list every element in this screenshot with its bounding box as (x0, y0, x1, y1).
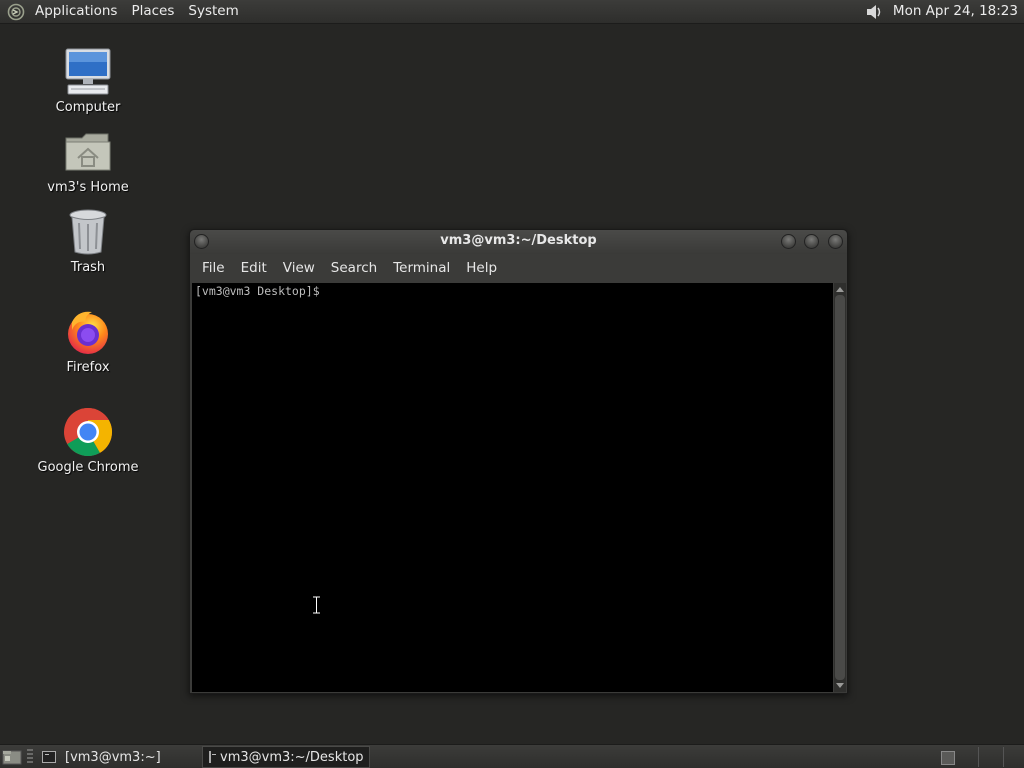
scroll-down-icon[interactable] (836, 683, 844, 688)
terminal-icon (209, 751, 216, 763)
desktop-icon-label: Google Chrome (37, 460, 139, 475)
clock[interactable]: Mon Apr 24, 18:23 (887, 0, 1024, 23)
desktop-icon-home[interactable]: vm3's Home (33, 126, 143, 195)
taskbar-item-active[interactable]: vm3@vm3:~/Desktop (202, 746, 370, 768)
bottom-panel: [vm3@vm3:~] vm3@vm3:~/Desktop (0, 744, 1024, 768)
distro-logo-icon[interactable] (4, 0, 28, 24)
firefox-icon (62, 306, 114, 358)
desktop-icon-label: vm3's Home (47, 180, 129, 195)
terminal-window[interactable]: vm3@vm3:~/Desktop File Edit View Search … (189, 229, 848, 694)
menu-edit[interactable]: Edit (233, 255, 275, 282)
top-panel: Applications Places System Mon Apr 24, 1… (0, 0, 1024, 24)
maximize-button[interactable] (804, 234, 819, 249)
desktop-icon-label: Computer (55, 100, 121, 115)
taskbar-item[interactable]: [vm3@vm3:~] (36, 746, 169, 768)
window-title: vm3@vm3:~/Desktop (440, 233, 597, 248)
workspace-1[interactable] (941, 751, 955, 765)
desktop-icon-firefox[interactable]: Firefox (33, 306, 143, 375)
menu-view[interactable]: View (275, 255, 323, 282)
menu-help[interactable]: Help (458, 255, 505, 282)
places-menu[interactable]: Places (124, 0, 181, 24)
desktop-icon-chrome[interactable]: Google Chrome (33, 406, 143, 475)
shell-prompt: [vm3@vm3 Desktop]$ (195, 284, 320, 298)
computer-icon (62, 46, 114, 98)
desktop-icon-label: Trash (70, 260, 106, 275)
scroll-thumb[interactable] (835, 295, 845, 680)
menu-search[interactable]: Search (323, 255, 385, 282)
taskbar-item-label: vm3@vm3:~/Desktop (220, 749, 364, 765)
menu-terminal[interactable]: Terminal (385, 255, 458, 282)
desktop-icon-computer[interactable]: Computer (33, 46, 143, 115)
volume-icon[interactable] (861, 0, 887, 24)
workspace-divider (1003, 747, 1004, 767)
show-desktop-icon[interactable] (2, 748, 22, 766)
desktop-icon-trash[interactable]: Trash (33, 206, 143, 275)
terminal-output[interactable]: [vm3@vm3 Desktop]$ (192, 283, 833, 692)
window-titlebar[interactable]: vm3@vm3:~/Desktop (190, 230, 847, 254)
system-menu[interactable]: System (181, 0, 245, 24)
terminal-icon (42, 751, 56, 763)
minimize-button[interactable] (781, 234, 796, 249)
close-button[interactable] (828, 234, 843, 249)
chrome-icon (62, 406, 114, 458)
terminal-menubar: File Edit View Search Terminal Help (190, 255, 847, 282)
panel-grip-handle[interactable] (27, 749, 33, 765)
terminal-scrollbar[interactable] (834, 283, 846, 692)
taskbar-item-label: [vm3@vm3:~] (65, 749, 161, 765)
text-cursor-icon (313, 596, 320, 614)
menu-file[interactable]: File (194, 255, 233, 282)
applications-menu[interactable]: Applications (28, 0, 124, 24)
desktop-icon-label: Firefox (66, 360, 110, 375)
home-folder-icon (62, 126, 114, 178)
scroll-up-icon[interactable] (836, 287, 844, 292)
workspace-divider (978, 747, 979, 767)
trash-icon (62, 206, 114, 258)
